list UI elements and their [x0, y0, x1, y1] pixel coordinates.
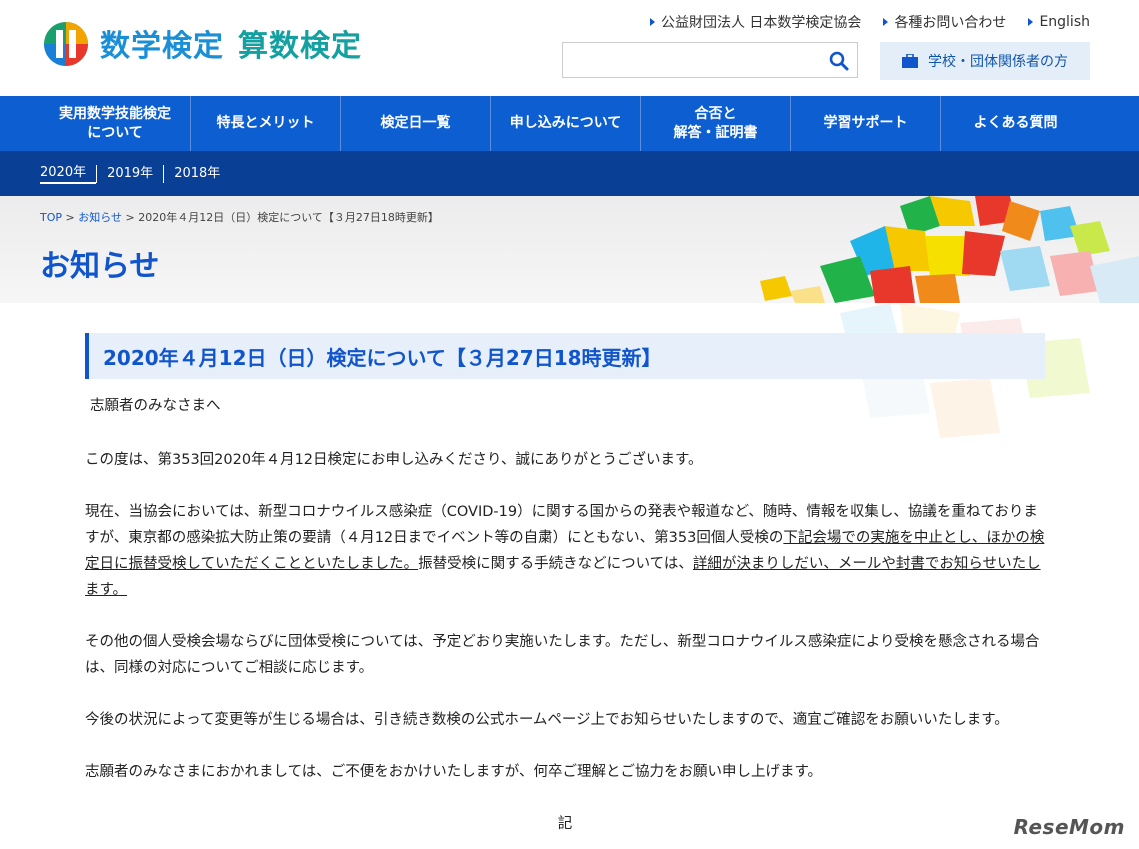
year-tab-2020[interactable]: 2020年: [40, 164, 97, 184]
search-icon[interactable]: [827, 49, 851, 73]
breadcrumb-top[interactable]: TOP: [40, 211, 62, 224]
article-title: 2020年４月12日（日）検定について【３月27日18時更新】: [85, 333, 1045, 379]
logo-mark-icon: [44, 22, 88, 66]
briefcase-icon: [902, 54, 918, 68]
logo-text-math: 数学検定: [100, 29, 224, 64]
year-tab-2019[interactable]: 2019年: [96, 164, 163, 183]
article-greeting: 志願者のみなさまへ: [90, 398, 221, 414]
top-link-label: 公益財団法人 日本数学検定協会: [660, 15, 862, 31]
search-input[interactable]: [563, 43, 813, 77]
top-link-contact[interactable]: 各種お問い合わせ: [883, 12, 1006, 32]
article-paragraph-3: その他の個人受検会場ならびに団体受検については、予定どおり実施いたします。ただし…: [85, 634, 1040, 676]
nav-item-application[interactable]: 申し込みについて: [490, 96, 640, 151]
page-hero: TOP > お知らせ > 2020年４月12日（日）検定について【３月27日18…: [0, 196, 1139, 303]
logo-text-arith: 算数検定: [238, 29, 362, 64]
breadcrumb-news[interactable]: お知らせ: [78, 211, 122, 224]
school-organization-button[interactable]: 学校・団体関係者の方: [880, 42, 1090, 80]
search-box: [562, 42, 858, 78]
site-logo[interactable]: 数学検定 算数検定: [40, 18, 362, 68]
top-link-label: English: [1039, 14, 1090, 30]
article-ki-heading: 記: [557, 816, 573, 832]
article-paragraph-5: 志願者のみなさまにおかれましては、ご不便をおかけいたしますが、何卒ご理解とご協力…: [85, 764, 823, 780]
nav-item-faq[interactable]: よくある質問: [940, 96, 1090, 151]
triangle-right-icon: [649, 18, 655, 26]
top-links: 公益財団法人 日本数学検定協会 各種お問い合わせ English: [649, 12, 1090, 32]
top-link-label: 各種お問い合わせ: [894, 15, 1007, 31]
article-paragraph-4: 今後の状況によって変更等が生じる場合は、引き続き数検の公式ホームページ上でお知ら…: [85, 712, 1009, 728]
article: 2020年４月12日（日）検定について【３月27日18時更新】 志願者のみなさま…: [85, 333, 1045, 837]
nav-item-study-support[interactable]: 学習サポート: [790, 96, 940, 151]
main-nav: 実用数学技能検定 について 特長とメリット 検定日一覧 申し込みについて 合否と…: [0, 96, 1139, 151]
nav-item-about[interactable]: 実用数学技能検定 について: [40, 96, 190, 151]
nav-item-schedule[interactable]: 検定日一覧: [340, 96, 490, 151]
nav-item-results[interactable]: 合否と 解答・証明書: [640, 96, 790, 151]
top-link-association[interactable]: 公益財団法人 日本数学検定協会: [649, 12, 862, 32]
triangle-right-icon: [883, 18, 889, 26]
article-paragraph-1: この度は、第353回2020年４月12日検定にお申し込みくださり、誠にありがとう…: [85, 452, 703, 468]
site-header: 数学検定 算数検定 公益財団法人 日本数学検定協会 各種お問い合わせ Englis…: [0, 0, 1139, 96]
colorful-cubes-decoration: [760, 196, 1139, 303]
top-link-english[interactable]: English: [1028, 12, 1090, 32]
article-paragraph-2: 現在、当協会においては、新型コロナウイルス感染症（COVID-19）に関する国か…: [85, 499, 1045, 603]
year-tab-2018[interactable]: 2018年: [163, 164, 230, 183]
breadcrumb-sep: >: [122, 211, 139, 224]
paragraph-2-text-b: 振替受検に関する手続きなどについては、: [418, 556, 693, 572]
page-title: お知らせ: [40, 249, 160, 284]
triangle-right-icon: [1028, 18, 1034, 26]
school-button-label: 学校・団体関係者の方: [928, 54, 1068, 70]
year-subnav: 2020年 2019年 2018年: [0, 151, 1139, 196]
nav-item-features[interactable]: 特長とメリット: [190, 96, 340, 151]
breadcrumb-sep: >: [62, 211, 79, 224]
logo-text: 数学検定 算数検定: [100, 21, 362, 65]
breadcrumb-current: 2020年４月12日（日）検定について【３月27日18時更新】: [138, 211, 439, 224]
resemom-watermark: ReseMom: [1013, 815, 1125, 839]
breadcrumb: TOP > お知らせ > 2020年４月12日（日）検定について【３月27日18…: [40, 209, 439, 225]
